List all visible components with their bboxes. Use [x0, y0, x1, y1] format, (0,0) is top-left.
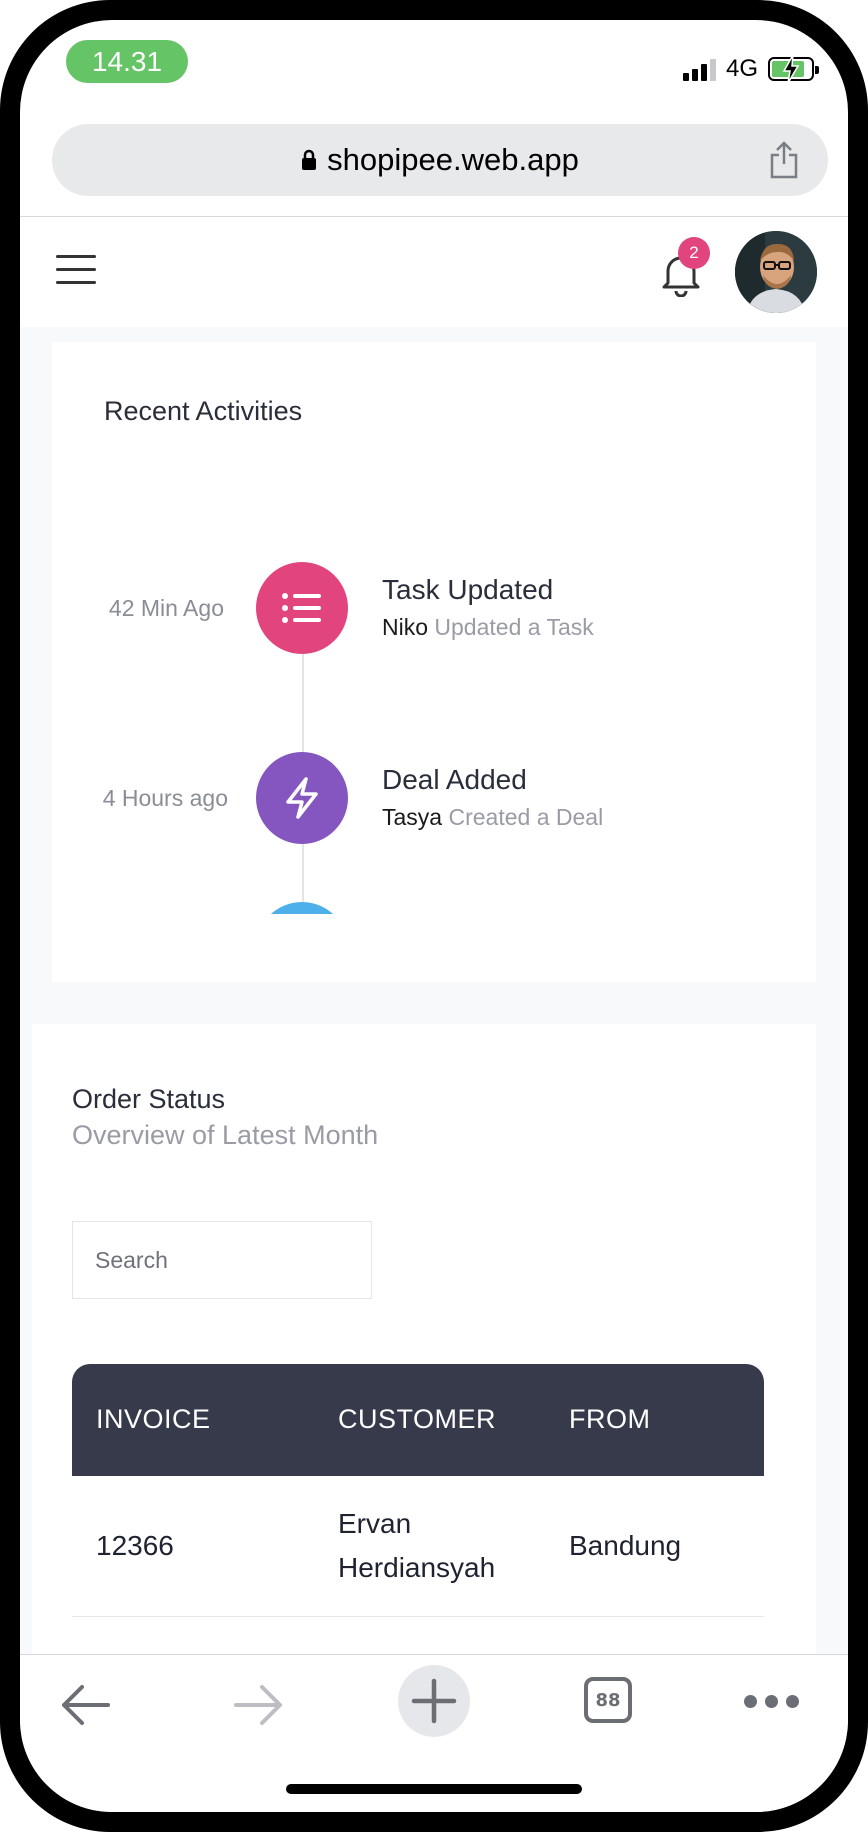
activity-icon-badge	[256, 902, 348, 914]
network-type: 4G	[725, 55, 758, 82]
forward-arrow-icon[interactable]	[232, 1683, 286, 1727]
hamburger-menu-icon[interactable]	[56, 255, 96, 285]
screen: 14.31 4G shopipee.web.app 2 Recent Activ…	[20, 20, 848, 1812]
phone-frame: 14.31 4G shopipee.web.app 2 Recent Activ…	[0, 0, 868, 1832]
table-header: INVOICE CUSTOMER FROM	[72, 1364, 764, 1476]
activity-icon-badge[interactable]	[256, 752, 348, 844]
notification-badge: 2	[678, 237, 710, 269]
column-header-from[interactable]: FROM	[569, 1404, 650, 1435]
lightning-icon	[286, 777, 318, 819]
url-text: shopipee.web.app	[327, 142, 579, 177]
partial-circle-icon	[256, 902, 348, 914]
activity-action: Updated a Task	[434, 614, 594, 640]
charging-bolt-icon	[782, 55, 800, 83]
plus-icon	[411, 1678, 457, 1724]
activity-description: Tasya Created a Deal	[382, 804, 603, 831]
signal-icon	[682, 57, 716, 81]
list-icon	[282, 593, 321, 623]
avatar-image	[735, 231, 817, 313]
new-tab-button[interactable]	[398, 1665, 470, 1737]
cell-invoice: 12366	[96, 1530, 174, 1561]
activity-title: Deal Added	[382, 764, 527, 795]
url-bar[interactable]: shopipee.web.app	[52, 124, 828, 196]
recent-activities-card: Recent Activities 42 Min Ago Task Update…	[52, 342, 816, 982]
order-status-title: Order Status	[72, 1084, 226, 1114]
home-indicator[interactable]	[286, 1784, 582, 1794]
share-icon[interactable]	[768, 140, 800, 180]
customer-last-name: Herdiansyah	[338, 1552, 496, 1583]
tabs-button[interactable]: 88	[584, 1677, 632, 1723]
activity-description: Niko Updated a Task	[382, 614, 594, 641]
user-avatar[interactable]	[735, 231, 817, 313]
order-status-subtitle: Overview of Latest Month	[72, 1120, 379, 1150]
cell-from: Bandung	[569, 1530, 682, 1561]
activity-action: Created a Deal	[448, 804, 604, 830]
status-time: 14.31	[66, 40, 188, 83]
search-input[interactable]	[72, 1221, 372, 1299]
lock-icon	[302, 149, 317, 170]
activity-icon-badge[interactable]	[256, 562, 348, 654]
column-header-invoice[interactable]: INVOICE	[96, 1404, 211, 1435]
card-title: Recent Activities	[104, 396, 303, 426]
cell-customer: Ervan Herdiansyah	[338, 1502, 495, 1590]
table-row[interactable]: 12366 Ervan Herdiansyah Bandung	[72, 1476, 764, 1617]
column-header-customer[interactable]: CUSTOMER	[338, 1404, 496, 1435]
customer-first-name: Ervan	[338, 1508, 412, 1539]
more-options-icon[interactable]	[744, 1695, 799, 1708]
activity-actor: Tasya	[382, 804, 443, 830]
battery-cap	[815, 66, 819, 74]
battery-icon	[768, 55, 819, 83]
app-header: 2	[20, 217, 848, 327]
activity-title: Task Updated	[382, 574, 554, 605]
activity-actor: Niko	[382, 614, 429, 640]
status-indicators: 4G	[682, 54, 819, 84]
order-status-card: Order Status Overview of Latest Month IN…	[32, 1024, 816, 1704]
activity-time: 42 Min Ago	[108, 595, 224, 621]
activity-time: 4 Hours ago	[102, 785, 228, 811]
back-arrow-icon[interactable]	[58, 1683, 112, 1727]
